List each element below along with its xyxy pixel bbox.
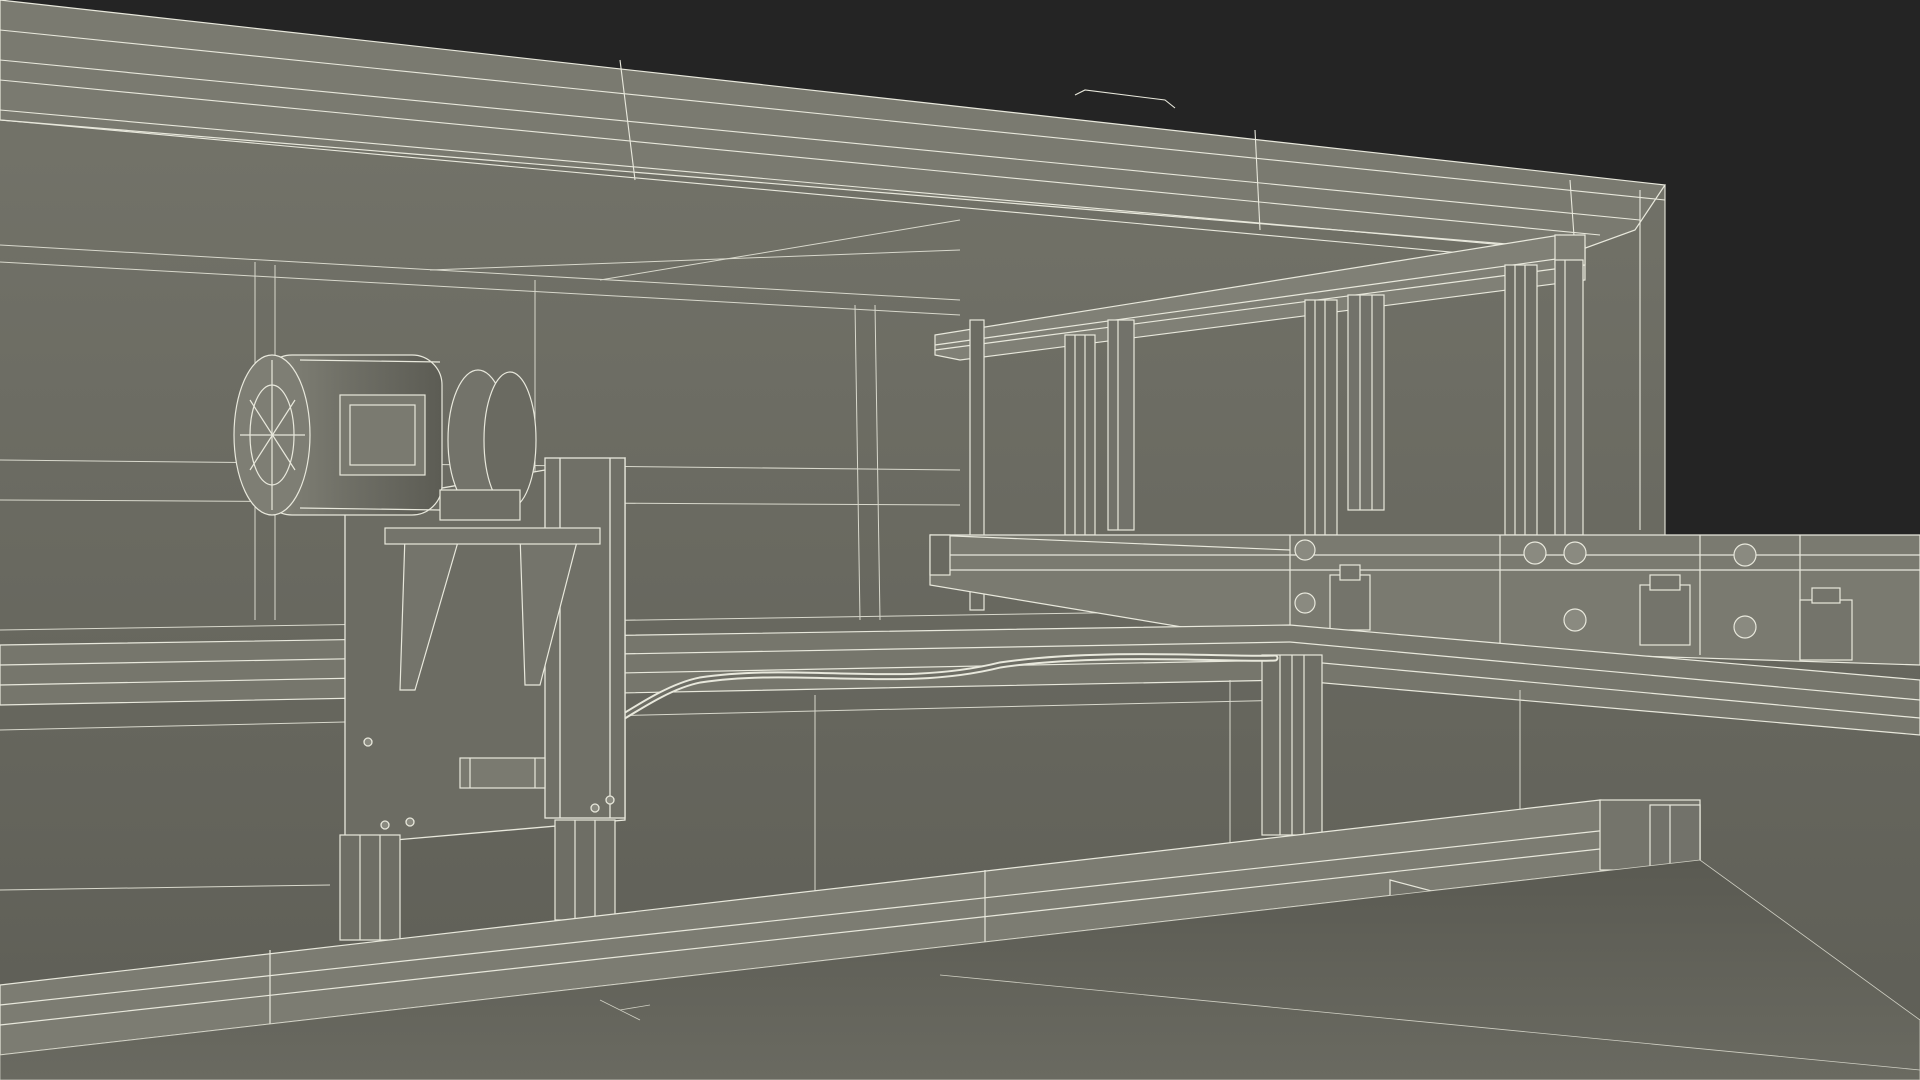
electric-motor [233, 354, 537, 521]
bolt [1733, 615, 1757, 639]
bolt [1294, 592, 1316, 614]
bolt [1563, 608, 1587, 632]
bolt [1563, 541, 1587, 565]
terminal-box [339, 394, 426, 476]
bolt [1523, 541, 1547, 565]
wireframe-render [0, 0, 1920, 1080]
bolt [1294, 539, 1316, 561]
cable-junction-box [459, 757, 546, 789]
bolt [1733, 543, 1757, 567]
center-support [1261, 654, 1323, 836]
